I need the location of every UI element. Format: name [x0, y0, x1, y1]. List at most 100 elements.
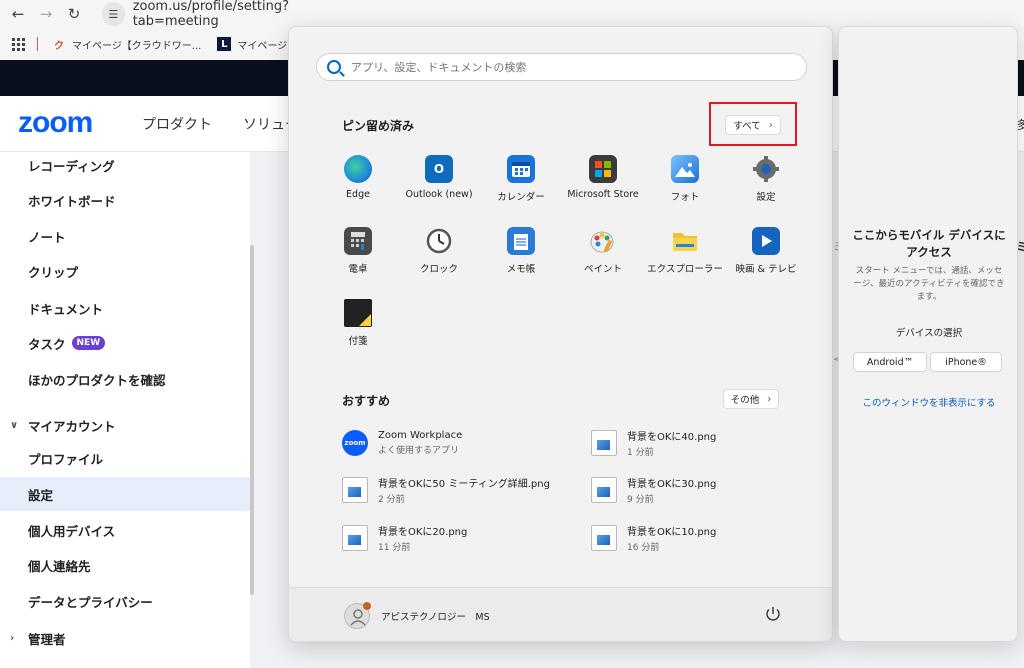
sidebar-item-label: ドキュメント: [28, 301, 104, 317]
pinned-app-settings[interactable]: 設定: [725, 155, 807, 215]
android-button[interactable]: Android™: [853, 352, 927, 372]
user-name[interactable]: アピステクノロジー MS: [381, 609, 490, 623]
bookmark-crowdworks[interactable]: ク マイページ【クラウドワー...: [52, 37, 201, 52]
app-label: Microsoft Store: [567, 189, 639, 200]
phone-link-panel: ここからモバイル デバイスにアクセス スタート メニューでは、通話、メッセージ、…: [838, 26, 1018, 642]
recommended-item-file40[interactable]: 背景をOKに40.png 1 分前: [591, 423, 821, 463]
calculator-icon: [344, 227, 372, 255]
edge-icon: [344, 155, 372, 183]
power-icon[interactable]: [764, 605, 782, 623]
paint-icon: [589, 227, 617, 255]
recommended-sub: 1 分前: [627, 448, 654, 458]
image-file-icon: [591, 525, 617, 551]
sidebar-item-label: 個人連絡先: [28, 558, 91, 574]
iphone-button[interactable]: iPhone®: [930, 352, 1002, 372]
explorer-icon: [671, 227, 699, 255]
zoom-logo[interactable]: zoom: [18, 106, 93, 140]
url-text: zoom.us/profile/setting?tab=meeting: [132, 0, 290, 29]
sidebar-item-notes[interactable]: ノート: [0, 219, 250, 253]
sidebar-item-more-products[interactable]: ほかのプロダクトを確認: [0, 362, 250, 396]
recommended-item-zoom[interactable]: zoom Zoom Workplace よく使用するアプリ: [342, 423, 572, 463]
sidebar-item-label: ノート: [28, 229, 66, 245]
pinned-app-outlook[interactable]: O Outlook (new): [398, 155, 480, 215]
sidebar-item-personal-devices[interactable]: 個人用デバイス: [0, 513, 250, 547]
pinned-app-explorer[interactable]: エクスプローラー: [644, 227, 726, 287]
sidebar-item-label: 個人用デバイス: [28, 523, 116, 539]
pinned-app-store[interactable]: Microsoft Store: [562, 155, 644, 215]
image-file-icon: [342, 525, 368, 551]
app-label: カレンダー: [497, 192, 545, 203]
chevron-right-icon: ›: [767, 393, 772, 405]
sidebar-item-tasks[interactable]: タスク NEW: [0, 326, 250, 360]
sidebar-item-label: ホワイトボード: [28, 193, 116, 209]
bookmark-label: マイページ【クラウドワー...: [72, 40, 202, 52]
app-label: 映画 & テレビ: [735, 264, 797, 275]
image-file-icon: [591, 430, 617, 456]
forward-icon[interactable]: →: [32, 2, 60, 26]
hide-window-link[interactable]: このウィンドウを非表示にする: [839, 395, 1019, 409]
reload-icon[interactable]: ↻: [60, 2, 88, 26]
sidebar-item-settings[interactable]: 設定: [0, 477, 250, 511]
notepad-icon: [507, 227, 535, 255]
pinned-app-movies[interactable]: 映画 & テレビ: [725, 227, 807, 287]
site-info-icon[interactable]: ☰: [102, 2, 125, 26]
pinned-app-calendar[interactable]: カレンダー: [480, 155, 562, 215]
status-dot: [363, 602, 371, 610]
recommended-item-file50[interactable]: 背景をOKに50 ミーティング詳細.png 2 分前: [342, 470, 572, 510]
zoom-app-icon: zoom: [342, 430, 368, 456]
pinned-app-clock[interactable]: クロック: [398, 227, 480, 287]
sidebar-group-my-account[interactable]: ∨ マイアカウント: [0, 408, 250, 442]
recommended-item-file10[interactable]: 背景をOKに10.png 16 分前: [591, 518, 821, 558]
sidebar-item-label: レコーディング: [28, 158, 115, 174]
sidebar-group-admin[interactable]: › 管理者: [0, 621, 250, 655]
chevron-right-icon: ›: [10, 632, 15, 644]
app-label: ペイント: [583, 264, 622, 275]
recommended-name: 背景をOKに20.png: [378, 527, 468, 538]
image-file-icon: [342, 477, 368, 503]
recommended-item-file20[interactable]: 背景をOKに20.png 11 分前: [342, 518, 572, 558]
sidebar-item-label: 設定: [28, 487, 54, 503]
sidebar-item-label: タスク: [28, 336, 66, 352]
sidebar-item-whiteboard[interactable]: ホワイトボード: [0, 183, 250, 217]
sidebar-item-contacts[interactable]: 個人連絡先: [0, 548, 250, 582]
pinned-app-photos[interactable]: フォト: [644, 155, 726, 215]
recommended-name: 背景をOKに30.png: [627, 479, 717, 490]
clock-icon: [425, 227, 453, 255]
more-label: その他: [730, 395, 760, 406]
app-label: メモ帳: [506, 264, 536, 275]
nav-products[interactable]: プロダクト: [142, 114, 212, 134]
sidebar-item-privacy[interactable]: データとプライバシー: [0, 584, 250, 618]
pinned-app-paint[interactable]: ペイント: [562, 227, 644, 287]
start-search-box[interactable]: [316, 53, 807, 81]
lancers-icon: L: [217, 37, 232, 51]
more-button[interactable]: その他 ›: [723, 389, 779, 409]
sidebar-item-profile[interactable]: プロファイル: [0, 441, 250, 475]
sidebar-item-docs[interactable]: ドキュメント: [0, 291, 250, 325]
app-label: エクスプローラー: [647, 264, 723, 275]
calendar-icon: [507, 155, 535, 183]
app-label: Edge: [346, 189, 370, 200]
sidebar-scrollbar[interactable]: [250, 245, 254, 595]
pinned-app-notepad[interactable]: メモ帳: [480, 227, 562, 287]
recommended-item-file30[interactable]: 背景をOKに30.png 9 分前: [591, 470, 821, 510]
highlight-box: [709, 102, 797, 146]
app-label: 設定: [756, 192, 776, 203]
app-label: 電卓: [348, 264, 368, 275]
address-bar[interactable]: ☰ zoom.us/profile/setting?tab=meeting: [102, 0, 362, 29]
app-label: Outlook (new): [405, 189, 473, 200]
pinned-app-edge[interactable]: Edge: [317, 155, 399, 215]
recommended-name: 背景をOKに40.png: [627, 432, 717, 443]
bookmark-divider: [37, 37, 38, 51]
pinned-app-calculator[interactable]: 電卓: [317, 227, 399, 287]
recommended-sub: 11 分前: [378, 543, 411, 553]
search-input[interactable]: [351, 60, 771, 74]
panel-title: ここからモバイル デバイスにアクセス: [852, 228, 1006, 259]
recommended-sub: 16 分前: [627, 543, 660, 553]
sidebar-item-recording[interactable]: レコーディング: [0, 148, 250, 182]
back-icon[interactable]: ←: [4, 2, 32, 26]
sidebar-item-clips[interactable]: クリップ: [0, 254, 250, 288]
apps-grid-icon[interactable]: [12, 37, 25, 51]
sidebar-item-label: クリップ: [28, 264, 79, 280]
pinned-app-sticky-notes[interactable]: 付箋: [317, 299, 399, 359]
app-label: クロック: [419, 264, 458, 275]
